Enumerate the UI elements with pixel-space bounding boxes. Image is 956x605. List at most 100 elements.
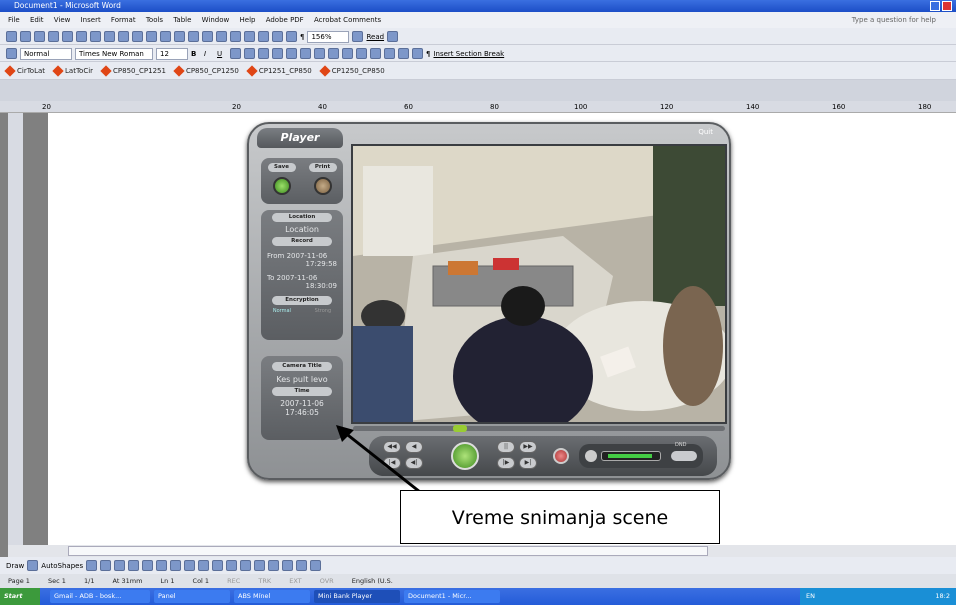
- menu-adobe-pdf[interactable]: Adobe PDF: [266, 16, 304, 24]
- subscript-icon[interactable]: [398, 48, 409, 59]
- open-icon[interactable]: [20, 31, 31, 42]
- border-icon[interactable]: [356, 48, 367, 59]
- menu-file[interactable]: File: [8, 16, 20, 24]
- encryption-strong[interactable]: Strong: [315, 308, 331, 314]
- align-left-icon[interactable]: [230, 48, 241, 59]
- justify-icon[interactable]: [272, 48, 283, 59]
- scroll-thumb[interactable]: [68, 546, 708, 556]
- task-mini-bank-player[interactable]: Mini Bank Player: [314, 590, 400, 603]
- highlight-icon[interactable]: [370, 48, 381, 59]
- fill-color-icon[interactable]: [212, 560, 224, 571]
- macro-cp1251-cp850[interactable]: CP1251_CP850: [246, 64, 312, 77]
- print-button[interactable]: [313, 177, 332, 195]
- zoom-select[interactable]: 156%: [307, 30, 350, 43]
- macro-cirtolat[interactable]: CirToLat: [4, 64, 45, 77]
- research-icon[interactable]: [104, 31, 115, 42]
- insert-excel-icon[interactable]: [244, 31, 255, 42]
- hyperlink-icon[interactable]: [202, 31, 213, 42]
- autoshapes-menu[interactable]: AutoShapes: [41, 562, 83, 570]
- font-color-icon[interactable]: [240, 560, 252, 571]
- menu-edit[interactable]: Edit: [30, 16, 44, 24]
- style-select[interactable]: Normal: [20, 47, 72, 60]
- align-right-icon[interactable]: [258, 48, 269, 59]
- diagram-icon[interactable]: [170, 560, 182, 571]
- clipart-icon[interactable]: [184, 560, 196, 571]
- bullets-icon[interactable]: [314, 48, 325, 59]
- bold-icon[interactable]: B: [191, 50, 201, 58]
- align-center-icon[interactable]: [244, 48, 255, 59]
- font-color-icon[interactable]: [384, 48, 395, 59]
- insert-table-icon[interactable]: [230, 31, 241, 42]
- record-icon[interactable]: [553, 448, 569, 464]
- permission-icon[interactable]: [48, 31, 59, 42]
- menu-help[interactable]: Help: [240, 16, 256, 24]
- step-forward-button[interactable]: |▶: [497, 457, 515, 469]
- format-painter-icon[interactable]: [160, 31, 171, 42]
- print-preview-icon[interactable]: [76, 31, 87, 42]
- show-hide-icon[interactable]: ¶: [300, 33, 304, 41]
- numbering-icon[interactable]: [300, 48, 311, 59]
- arrow-style-icon[interactable]: [282, 560, 294, 571]
- wordart-icon[interactable]: [156, 560, 168, 571]
- maximize-icon[interactable]: [930, 1, 940, 11]
- undo-icon[interactable]: [174, 31, 185, 42]
- draw-menu[interactable]: Draw: [6, 562, 24, 570]
- paste-icon[interactable]: [146, 31, 157, 42]
- status-trk[interactable]: TRK: [258, 577, 271, 585]
- tables-borders-icon[interactable]: [216, 31, 227, 42]
- layout-icon[interactable]: [387, 31, 399, 42]
- line-icon[interactable]: [86, 560, 98, 571]
- dnd-button[interactable]: [671, 451, 697, 461]
- encryption-normal[interactable]: Normal: [273, 308, 291, 314]
- help-icon[interactable]: [352, 31, 364, 42]
- columns-icon[interactable]: [258, 31, 269, 42]
- styles-icon[interactable]: [6, 48, 17, 59]
- task-panel[interactable]: Panel: [154, 590, 230, 603]
- menu-window[interactable]: Window: [202, 16, 230, 24]
- forward-fast-button[interactable]: ▶▶: [519, 441, 537, 453]
- copy-icon[interactable]: [132, 31, 143, 42]
- video-frame[interactable]: [351, 144, 727, 424]
- task-document1[interactable]: Document1 - Micr...: [404, 590, 500, 603]
- document-map-icon[interactable]: [286, 31, 297, 42]
- quit-button[interactable]: Quit: [698, 128, 713, 136]
- font-size-select[interactable]: 12: [156, 47, 188, 60]
- print-icon[interactable]: [62, 31, 73, 42]
- 3d-icon[interactable]: [310, 560, 322, 571]
- read-button[interactable]: Read: [366, 33, 384, 41]
- line-color-icon[interactable]: [226, 560, 238, 571]
- start-button[interactable]: Start: [0, 588, 40, 605]
- language-indicator[interactable]: EN: [806, 592, 815, 600]
- select-objects-icon[interactable]: [27, 560, 39, 571]
- timeline-handle[interactable]: [453, 425, 467, 432]
- menu-format[interactable]: Format: [111, 16, 136, 24]
- new-icon[interactable]: [6, 31, 17, 42]
- horizontal-ruler[interactable]: 20 20 40 60 80 100 120 140 160 180: [0, 101, 956, 113]
- task-abs-minel[interactable]: ABS Mínel: [234, 590, 310, 603]
- dash-style-icon[interactable]: [268, 560, 280, 571]
- macro-cp1250-cp850[interactable]: CP1250_CP850: [319, 64, 385, 77]
- drawing-icon[interactable]: [272, 31, 283, 42]
- line-style-icon[interactable]: [254, 560, 266, 571]
- menu-view[interactable]: View: [54, 16, 71, 24]
- menu-acrobat-comments[interactable]: Acrobat Comments: [314, 16, 381, 24]
- macro-cp850-cp1250[interactable]: CP850_CP1250: [173, 64, 239, 77]
- insert-section-break-button[interactable]: Insert Section Break: [433, 50, 504, 58]
- save-button[interactable]: [272, 177, 291, 195]
- volume-slider[interactable]: [601, 451, 661, 461]
- vertical-ruler[interactable]: [8, 113, 23, 545]
- menu-tools[interactable]: Tools: [146, 16, 163, 24]
- status-ext[interactable]: EXT: [289, 577, 301, 585]
- arrow-icon[interactable]: [100, 560, 112, 571]
- underline-icon[interactable]: U: [217, 50, 227, 58]
- macro-cp850-cp1251[interactable]: CP850_CP1251: [100, 64, 166, 77]
- superscript-icon[interactable]: [412, 48, 423, 59]
- spelling-icon[interactable]: [90, 31, 101, 42]
- close-icon[interactable]: [942, 1, 952, 11]
- shadow-icon[interactable]: [296, 560, 308, 571]
- rectangle-icon[interactable]: [114, 560, 126, 571]
- textbox-icon[interactable]: [142, 560, 154, 571]
- font-select[interactable]: Times New Roman: [75, 47, 153, 60]
- play-icon[interactable]: [451, 442, 479, 470]
- menu-table[interactable]: Table: [173, 16, 191, 24]
